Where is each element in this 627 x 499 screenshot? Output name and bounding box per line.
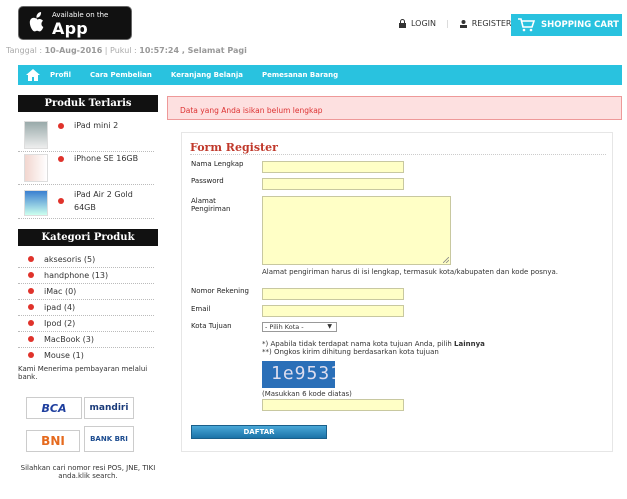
category-label: ipad (4)	[44, 303, 76, 312]
name-label: Nama Lengkap	[191, 160, 244, 168]
product-thumbnail	[24, 154, 48, 182]
app-store-badge[interactable]: Available on the App Store	[18, 6, 132, 57]
apple-icon	[29, 12, 44, 32]
product-item[interactable]: iPhone SE 16GB	[18, 152, 154, 185]
tracking-note: Silahkan cari nomor resi POS, JNE, TIKI …	[20, 464, 156, 480]
date-label: Tanggal :	[6, 46, 45, 55]
category-label: handphone (13)	[44, 271, 109, 280]
password-label: Password	[191, 177, 224, 185]
bullet-icon	[28, 304, 34, 310]
account-label: Nomor Rekening	[191, 287, 249, 295]
email-input[interactable]	[262, 305, 404, 317]
mandiri-text: mandiri	[89, 403, 129, 413]
category-item[interactable]: Ipod (2)	[18, 316, 154, 332]
error-alert: Data yang Anda isikan belum lengkap	[167, 96, 622, 120]
mandiri-logo: mandiri	[84, 397, 134, 419]
top-products-heading: Produk Terlaris	[18, 95, 158, 112]
city-note-2: **) Ongkos kirim dihitung berdasarkan ko…	[262, 348, 439, 356]
main-nav: Profil Cara Pembelian Keranjang Belanja …	[18, 65, 622, 85]
bullet-icon	[28, 320, 34, 326]
bullet-icon	[28, 288, 34, 294]
form-title: Form Register	[190, 141, 278, 154]
city-note-other: Lainnya	[454, 340, 485, 348]
resize-handle-icon[interactable]	[443, 257, 449, 263]
category-label: MacBook (3)	[44, 335, 94, 344]
bullet-icon	[28, 272, 34, 278]
lock-icon	[399, 19, 406, 28]
account-input[interactable]	[262, 288, 404, 300]
name-input[interactable]	[262, 161, 404, 173]
category-label: Ipod (2)	[44, 319, 76, 328]
category-label: Mouse (1)	[44, 351, 84, 360]
bullet-icon	[58, 198, 64, 204]
bullet-icon	[58, 156, 64, 162]
date-bar: Tanggal : 10-Aug-2016 | Pukul : 10:57:24…	[6, 46, 247, 55]
email-label: Email	[191, 305, 211, 313]
product-name: iPad mini 2	[74, 121, 119, 130]
nav-item-profil[interactable]: Profil	[50, 71, 71, 79]
cart-icon	[518, 18, 535, 32]
captcha-image: 1e9531	[262, 361, 335, 388]
bullet-icon	[28, 256, 34, 262]
address-note: Alamat pengiriman harus di isi lengkap, …	[262, 268, 559, 276]
time-value: 10:57:24	[139, 46, 180, 55]
shopping-cart-button[interactable]: SHOPPING CART	[511, 14, 622, 36]
product-name: iPad Air 2 Gold 64GB	[74, 190, 133, 212]
login-link[interactable]: LOGIN	[411, 19, 436, 28]
bni-logo: BNI	[26, 430, 80, 452]
address-label: Alamat Pengiriman	[191, 197, 231, 213]
captcha-input[interactable]	[262, 399, 404, 411]
bank-payment-text: Kami Menerima pembayaran melalui bank.	[18, 365, 148, 381]
separator: |	[446, 19, 449, 28]
category-label: aksesoris (5)	[44, 255, 96, 264]
home-icon[interactable]	[26, 69, 40, 81]
appstore-small-text: Available on the	[52, 11, 109, 19]
bullet-icon	[28, 352, 34, 358]
register-submit-button[interactable]: DAFTAR	[191, 425, 327, 439]
register-link[interactable]: REGISTER	[472, 19, 512, 28]
captcha-hint: (Masukkan 6 kode diatas)	[262, 390, 352, 398]
greeting: , Selamat Pagi	[179, 46, 247, 55]
city-select-value: - Pilih Kota -	[265, 323, 304, 331]
category-label: iMac (0)	[44, 287, 77, 296]
product-name: iPhone SE 16GB	[74, 154, 139, 163]
bullet-icon	[58, 123, 64, 129]
product-thumbnail	[24, 121, 48, 149]
date-value: 10-Aug-2016	[44, 46, 103, 55]
city-note-text: *) Apabila tidak terdapat nama kota tuju…	[262, 340, 455, 348]
city-note-1: *) Apabila tidak terdapat nama kota tuju…	[262, 340, 562, 348]
nav-item-cara-pembelian[interactable]: Cara Pembelian	[90, 71, 152, 79]
top-links: LOGIN | REGISTER	[398, 19, 511, 28]
bri-text: BANK BRI	[90, 435, 128, 443]
captcha-text: 1e9531	[271, 363, 335, 384]
address-textarea[interactable]	[262, 196, 451, 265]
bullet-icon	[28, 336, 34, 342]
category-item[interactable]: MacBook (3)	[18, 332, 154, 348]
user-icon	[459, 20, 467, 28]
cart-label: SHOPPING CART	[541, 20, 619, 30]
product-thumbnail	[24, 190, 48, 216]
bni-text: BNI	[41, 434, 65, 448]
product-item[interactable]: iPad mini 2	[18, 117, 154, 152]
city-label: Kota Tujuan	[191, 322, 232, 330]
chevron-down-icon: ▼	[327, 323, 332, 330]
category-item[interactable]: iMac (0)	[18, 284, 154, 300]
city-select[interactable]: - Pilih Kota - ▼	[262, 322, 337, 332]
nav-item-pemesanan-barang[interactable]: Pemesanan Barang	[262, 71, 338, 79]
category-item[interactable]: ipad (4)	[18, 300, 154, 316]
category-item[interactable]: Mouse (1)	[18, 348, 154, 363]
category-item[interactable]: handphone (13)	[18, 268, 154, 284]
nav-item-keranjang-belanja[interactable]: Keranjang Belanja	[171, 71, 243, 79]
bri-logo: BANK BRI	[84, 426, 134, 452]
category-item[interactable]: aksesoris (5)	[18, 252, 154, 268]
bca-text: BCA	[41, 401, 67, 415]
product-item[interactable]: iPad Air 2 Gold 64GB	[18, 185, 154, 219]
bca-logo: BCA	[26, 397, 82, 419]
title-divider	[190, 154, 606, 155]
time-label: | Pukul :	[102, 46, 140, 55]
category-heading: Kategori Produk	[18, 229, 158, 246]
password-input[interactable]	[262, 178, 404, 190]
